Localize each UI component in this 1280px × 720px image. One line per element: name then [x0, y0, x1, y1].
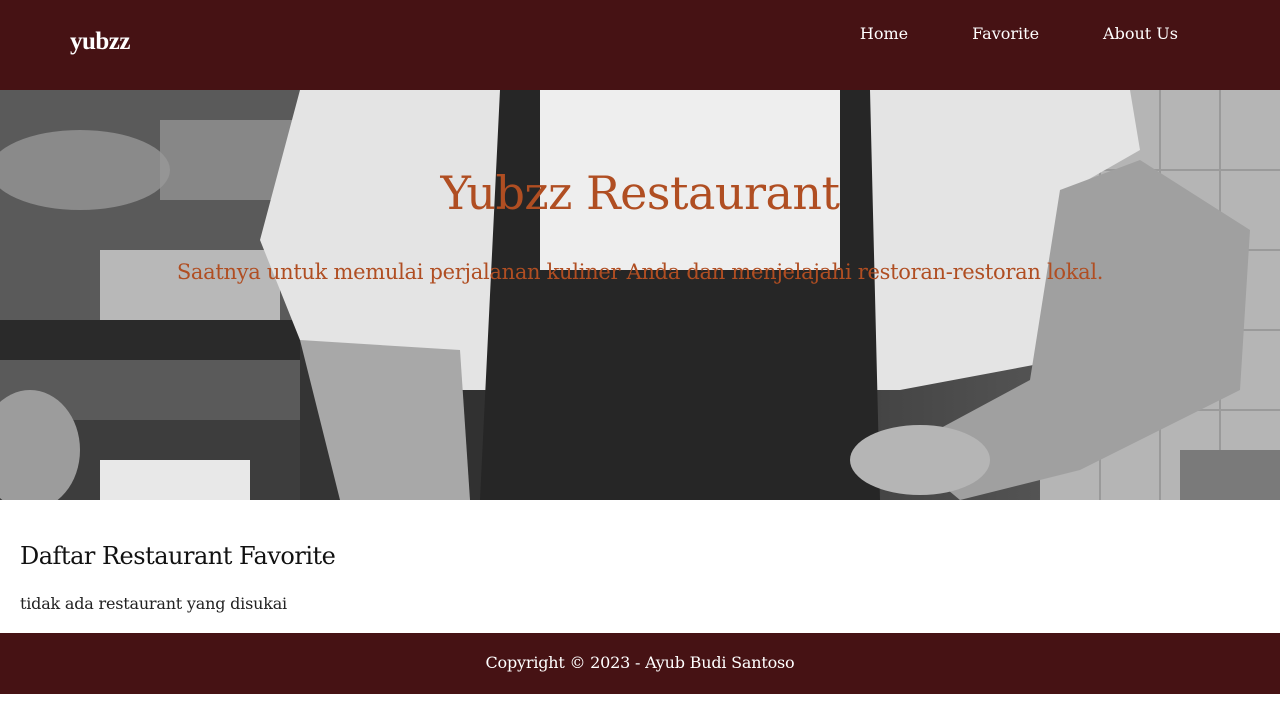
copyright-text: Copyright © 2023 - Ayub Budi Santoso — [485, 653, 795, 672]
nav-link-home[interactable]: Home — [828, 22, 940, 46]
hero-banner: Yubzz Restaurant Saatnya untuk memulai p… — [0, 90, 1280, 500]
hero-tagline: Saatnya untuk memulai perjalanan kuliner… — [176, 260, 1104, 284]
brand-logo[interactable]: yubzz — [70, 28, 131, 56]
app-bar: yubzz Home Favorite About Us — [0, 0, 1280, 90]
main-content: Daftar Restaurant Favorite tidak ada res… — [0, 500, 1280, 633]
nav-link-about-us[interactable]: About Us — [1071, 22, 1210, 46]
hero-image — [0, 90, 1280, 500]
nav-link-favorite[interactable]: Favorite — [940, 22, 1071, 46]
main-nav: Home Favorite About Us — [828, 22, 1210, 46]
footer: Copyright © 2023 - Ayub Budi Santoso — [0, 633, 1280, 694]
empty-state-message: tidak ada restaurant yang disukai — [20, 594, 287, 613]
hero-title: Yubzz Restaurant — [440, 166, 840, 220]
section-title: Daftar Restaurant Favorite — [20, 542, 336, 570]
